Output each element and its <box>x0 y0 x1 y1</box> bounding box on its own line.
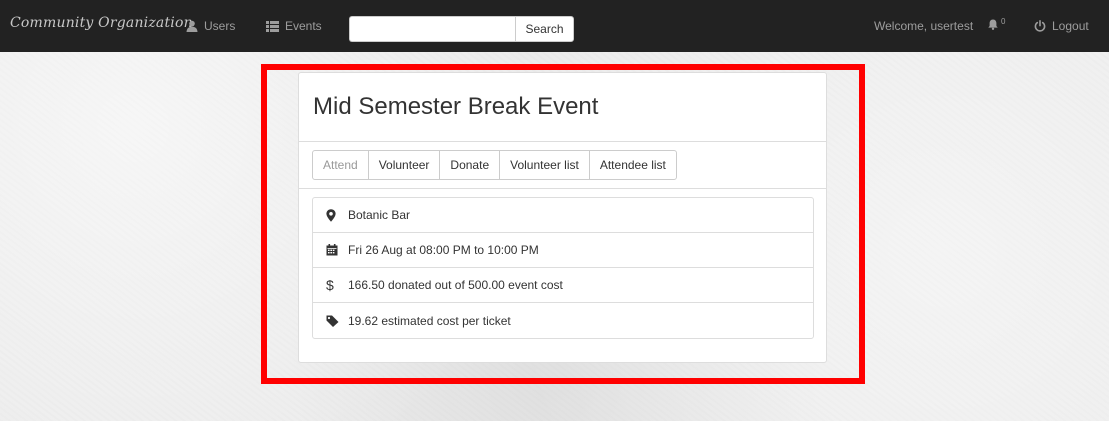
event-donations-text: 166.50 donated out of 500.00 event cost <box>348 278 563 292</box>
event-action-group: Attend Volunteer Donate Volunteer list A… <box>312 150 677 180</box>
logout-link[interactable]: Logout <box>1034 0 1089 52</box>
notification-count: 0 <box>1001 16 1006 26</box>
event-datetime-text: Fri 26 Aug at 08:00 PM to 10:00 PM <box>348 243 539 257</box>
brand-logo[interactable]: Community Organization <box>10 15 193 31</box>
nav-users-label: Users <box>204 19 236 33</box>
event-ticket-cost-text: 19.62 estimated cost per ticket <box>348 313 511 328</box>
list-icon <box>266 20 279 32</box>
nav-users-link[interactable]: Users <box>186 0 235 52</box>
nav-events-label: Events <box>285 19 322 33</box>
event-panel: Mid Semester Break Event Attend Voluntee… <box>298 72 827 363</box>
event-ticket-cost: 19.62 estimated cost per ticket <box>313 303 813 338</box>
calendar-icon <box>326 244 342 256</box>
donate-button[interactable]: Donate <box>439 150 501 180</box>
event-header: Mid Semester Break Event <box>299 73 826 142</box>
event-details-list: Botanic Bar Fri 26 Aug at 08:00 PM to 10… <box>312 197 814 339</box>
search-input[interactable] <box>349 16 515 42</box>
top-navbar: Community Organization Users Events Sear… <box>0 0 1109 52</box>
bell-icon <box>988 19 998 33</box>
event-datetime: Fri 26 Aug at 08:00 PM to 10:00 PM <box>313 233 813 268</box>
search-button[interactable]: Search <box>515 16 574 42</box>
volunteer-button[interactable]: Volunteer <box>367 150 441 180</box>
event-location-text: Botanic Bar <box>348 208 411 222</box>
event-donations: $ 166.50 donated out of 500.00 event cos… <box>313 268 813 303</box>
logout-label: Logout <box>1052 19 1089 33</box>
event-actions: Attend Volunteer Donate Volunteer list A… <box>299 142 826 189</box>
tag-icon <box>326 315 342 327</box>
event-location: Botanic Bar <box>313 198 813 233</box>
dollar-icon: $ <box>326 277 334 293</box>
power-icon <box>1034 20 1046 32</box>
nav-events-link[interactable]: Events <box>266 0 322 52</box>
volunteer-list-button[interactable]: Volunteer list <box>499 150 590 180</box>
attend-button[interactable]: Attend <box>312 150 369 180</box>
event-title: Mid Semester Break Event <box>313 93 599 120</box>
map-marker-icon <box>326 208 342 222</box>
user-icon <box>186 20 198 32</box>
attendee-list-button[interactable]: Attendee list <box>588 150 677 180</box>
welcome-text: Welcome, usertest <box>874 19 974 33</box>
notifications-link[interactable]: 0 <box>988 0 1005 52</box>
